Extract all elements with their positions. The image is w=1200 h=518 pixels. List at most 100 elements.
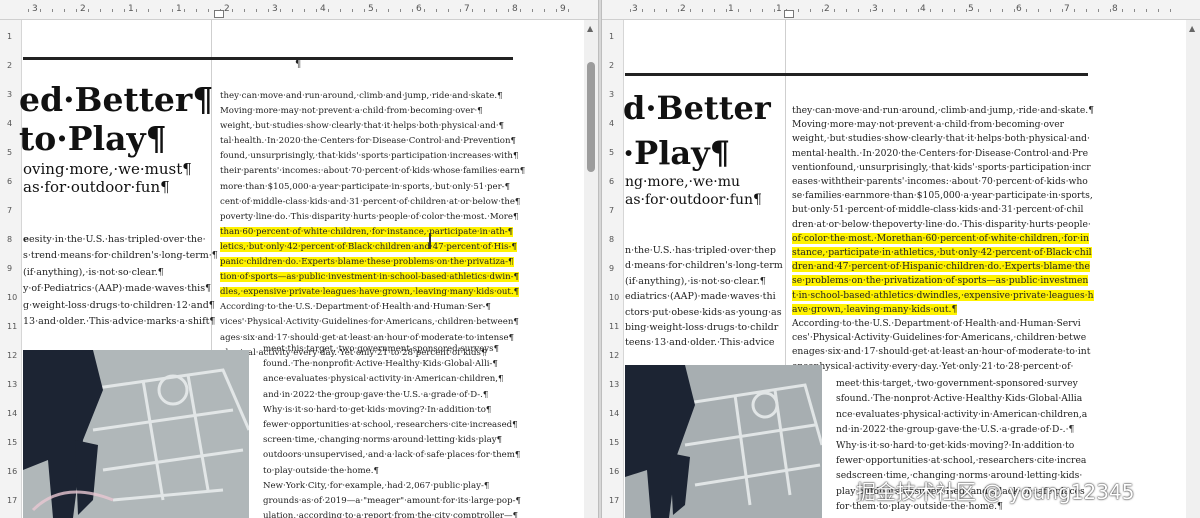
ruler-tick [1158,9,1159,12]
ruler-tick [520,9,521,12]
vertical-ruler-right[interactable]: 1 2 3 4 5 6 7 8 9 10 11 12 13 14 15 16 17 [602,20,624,518]
horizontal-ruler-left[interactable]: 3 2 1 1 2 3 4 5 6 7 8 9 [0,0,598,20]
ruler-tick [774,9,775,12]
body-line: According·to·the·U.S.·Department·of·Heal… [220,302,491,313]
ruler-tick [1026,9,1027,12]
vertical-scrollbar-right[interactable]: ▲ [1186,20,1200,518]
body-line: n·the·U.S.·has·tripled·over·thep [625,245,776,256]
ruler-tick [412,9,413,12]
ruler-number: 8 [7,235,13,244]
document-page-right[interactable]: d·Better ·Play¶ ng·more,·we·mu as·for·ou… [623,20,1186,518]
body-line: outdoors·unsupervised,·and·a·lack·of·saf… [263,450,521,461]
body-line: y·of·Pediatrics·(AAP)·made·waves·this¶ [23,283,212,295]
ruler-number: 6 [609,177,615,186]
ruler-number: 2 [80,4,86,14]
body-line: g·weight-loss·drugs·to·children·12·and¶ [23,299,215,311]
ruler-number: 12 [7,351,18,360]
ruler-tick [1062,9,1063,12]
body-line: teens·13·and·older.·This·advice [625,337,775,349]
subhead-line: oving·more,·we·must¶ [23,160,192,178]
indent-marker[interactable] [214,10,224,18]
ruler-tick [846,9,847,12]
body-line: tal·health.·In·2020·the·Centers·for·Dise… [220,136,516,147]
body-line: panic·children·do.·Experts·blame·these·p… [220,257,514,268]
vertical-scrollbar-left[interactable]: ▲ [584,20,598,518]
ruler-tick [1098,9,1099,12]
title-rule [625,73,1088,76]
ruler-number: 11 [609,322,620,331]
ruler-tick [1074,9,1075,12]
body-line: Why·is·it·so·hard·to·get·kids·moving?·In… [263,404,492,415]
ruler-tick [304,9,305,12]
ruler-tick [136,9,137,12]
ruler-tick [52,9,53,12]
ruler-number: 7 [1064,4,1070,14]
scroll-up-arrow-icon[interactable]: ▲ [1189,24,1195,33]
ruler-tick [292,9,293,12]
subhead-line: as·for·outdoor·fun¶ [625,192,762,208]
ruler-number: 3 [632,4,638,14]
ruler-tick [352,9,353,12]
ruler-tick [738,9,739,12]
hopscotch-photo [23,350,249,518]
ruler-number: 3 [7,90,13,99]
document-page-left[interactable]: ¶ ed·Better¶ to·Play¶ oving·more,·we·mus… [19,20,584,518]
body-line: ediatrics·(AAP)·made·waves·thi [625,291,776,303]
ruler-number: 4 [609,119,615,128]
body-line: enages·six·and·17·should·get·at·least·an… [792,346,1091,358]
ruler-tick [100,9,101,12]
ruler-tick [1038,9,1039,12]
ruler-number: 17 [7,496,18,505]
body-line: more·than·$105,000·a·year·participate·in… [220,181,511,192]
ruler-tick [990,9,991,12]
ruler-number: 10 [7,293,18,302]
ruler-number: 7 [464,4,470,14]
ruler-number: 16 [7,467,18,476]
horizontal-ruler-right[interactable]: 3 2 1 1 2 3 4 5 6 7 8 [602,0,1200,20]
ruler-tick [496,9,497,12]
body-line: cent·of·middle-class·kids·and·31·percent… [220,196,521,207]
body-line: ctors·put·obese·kids·as·young·as [625,306,782,318]
ruler-tick [112,9,113,12]
ruler-number: 5 [7,148,13,157]
body-line: dren·and·47·percent·of·Hispanic·children… [792,261,1090,273]
body-line: nd·in·2022·the·group·gave·the·U.S.·a·gra… [836,424,1075,436]
body-line: Moving·more·may·not·prevent·a·child·from… [220,106,483,117]
ruler-tick [196,9,197,12]
ruler-number: 3 [609,90,615,99]
ruler-tick [256,9,257,12]
ruler-tick [172,9,173,12]
ruler-tick [1050,9,1051,12]
ruler-tick [472,9,473,12]
headline-line: ed·Better¶ [19,80,214,119]
ruler-tick [388,9,389,12]
body-line: poverty·line·do.·This·disparity·hurts·pe… [220,211,519,222]
body-line: ulation,·according·to·a·report·from·the·… [263,511,519,518]
ruler-number: 2 [680,4,686,14]
ruler-number: 2 [609,61,615,70]
ruler-number: 15 [609,438,620,447]
scroll-up-arrow-icon[interactable]: ▲ [587,24,593,33]
ruler-number: 6 [416,4,422,14]
ruler-tick [1002,9,1003,12]
ruler-tick [798,9,799,12]
body-line: ance·evaluates·physical·activity·in·Amer… [263,374,504,385]
watermark: 掘金技术社区 @ young12345 [856,480,1135,504]
ruler-tick [76,9,77,12]
ruler-tick [376,9,377,12]
ruler-tick [702,9,703,12]
body-line: New·York·City,·for·example,·had·2,067·pu… [836,515,1087,518]
ruler-tick [1110,9,1111,12]
scrollbar-thumb[interactable] [587,62,595,172]
ruler-tick [232,9,233,12]
document-pane-left: 321123456789 1 2 3 4 5 6 7 8 9 10 11 12 13 14 15 16 17 ¶… [0,0,598,518]
ruler-tick [1170,9,1171,12]
ruler-number: 11 [7,322,18,331]
hopscotch-illustration [23,350,249,518]
ruler-number: 1 [128,4,134,14]
ruler-tick [1146,9,1147,12]
indent-marker[interactable] [784,10,794,18]
ruler-number: 14 [609,409,620,418]
body-line: eases·withtheir·parents'·incomes:·about·… [792,176,1088,188]
body-line: found.·The·nonprofit·Active·Healthy·Kids… [263,359,498,370]
